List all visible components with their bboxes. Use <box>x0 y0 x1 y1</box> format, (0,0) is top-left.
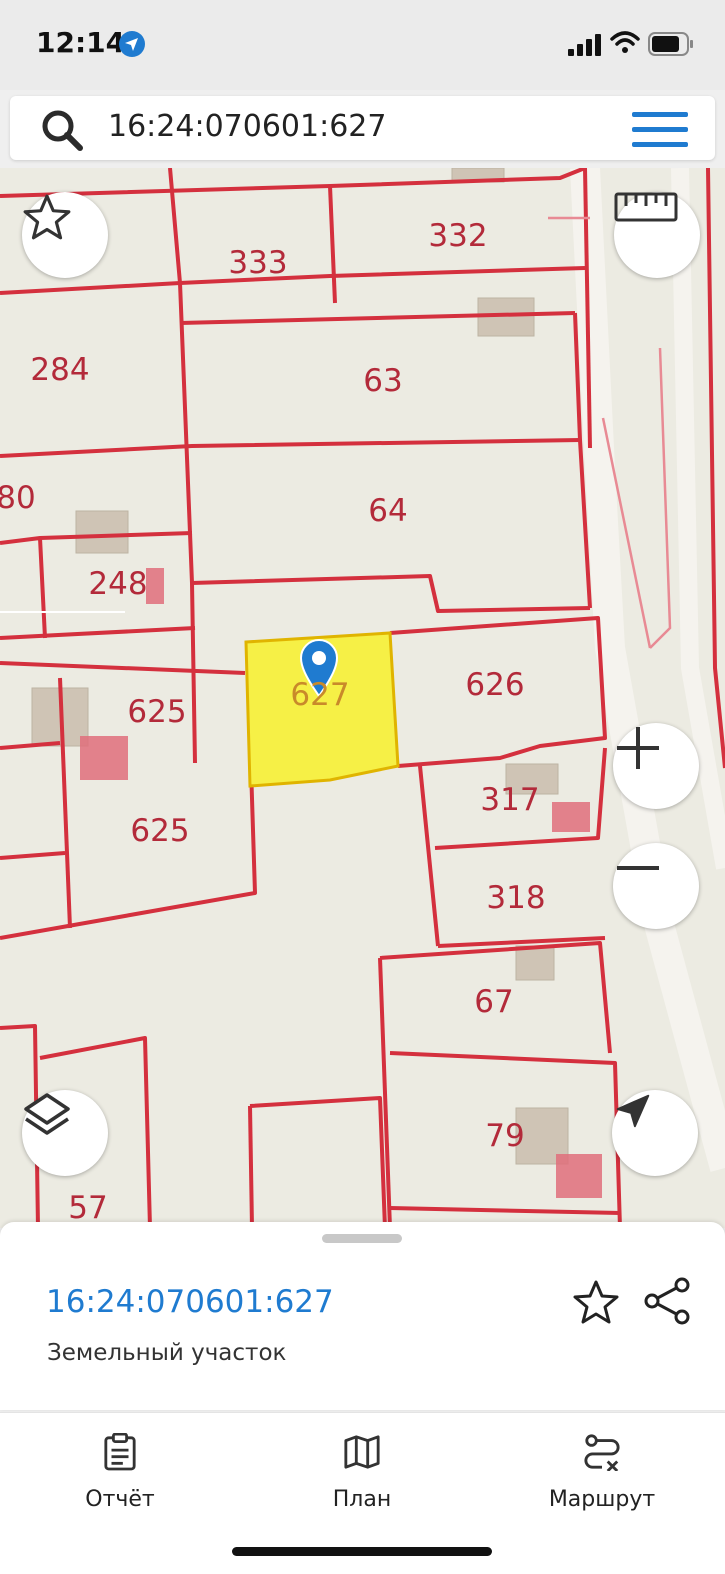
nav-route[interactable]: Маршрут <box>522 1433 682 1512</box>
object-type: Земельный участок <box>47 1340 287 1366</box>
favorite-star-icon <box>23 194 71 240</box>
location-arrow-icon <box>119 31 145 57</box>
nav-report[interactable]: Отчёт <box>40 1433 200 1512</box>
parcel-label-selected[interactable]: 627 <box>290 677 349 713</box>
wifi-icon <box>610 31 640 53</box>
cadastral-map[interactable]: 333 332 284 63 80 64 248 627 626 625 625… <box>0 168 725 1228</box>
parcel-label[interactable]: 625 <box>127 694 186 730</box>
ruler-button[interactable] <box>614 192 700 278</box>
map-canvas[interactable] <box>0 168 725 1228</box>
report-clipboard-icon <box>104 1433 136 1471</box>
my-location-button[interactable] <box>612 1090 698 1176</box>
bottom-nav: Отчёт План Маршрут <box>0 1412 725 1574</box>
cadastral-number: 16:24:070601:627 <box>46 1284 334 1320</box>
parcel-label[interactable]: 284 <box>30 352 89 388</box>
nav-route-label: Маршрут <box>548 1487 656 1512</box>
zoom-in-icon <box>617 727 659 769</box>
info-panel[interactable]: 16:24:070601:627 Земельный участок <box>0 1222 725 1410</box>
home-indicator <box>232 1547 492 1556</box>
parcel-label[interactable]: 57 <box>68 1190 107 1226</box>
parcel-label[interactable]: 332 <box>428 218 487 254</box>
status-bar: 12:14 <box>0 0 725 90</box>
zoom-in-button[interactable] <box>613 723 699 809</box>
parcel-label[interactable]: 248 <box>88 566 147 602</box>
signal-icon <box>568 34 601 56</box>
zoom-out-button[interactable] <box>613 843 699 929</box>
search-icon[interactable] <box>40 108 84 152</box>
search-bar[interactable]: 16:24:070601:627 <box>10 96 715 160</box>
status-time: 12:14 <box>36 26 126 59</box>
parcel-label[interactable]: 626 <box>465 667 524 703</box>
drag-handle[interactable] <box>322 1234 402 1243</box>
nav-plan-label: План <box>332 1487 392 1512</box>
route-icon <box>584 1434 620 1471</box>
search-input[interactable]: 16:24:070601:627 <box>108 109 386 144</box>
map-plan-icon <box>344 1435 380 1469</box>
parcel-label[interactable]: 317 <box>480 782 539 818</box>
battery-icon <box>648 32 693 56</box>
layers-icon <box>24 1093 70 1135</box>
favorite-button[interactable] <box>22 192 108 278</box>
navigation-arrow-icon <box>616 1094 650 1128</box>
ruler-icon <box>614 192 678 222</box>
parcel-label[interactable]: 63 <box>363 363 402 399</box>
menu-icon[interactable] <box>632 110 688 150</box>
share-icon[interactable] <box>642 1276 692 1326</box>
nav-plan[interactable]: План <box>282 1433 442 1512</box>
nav-report-label: Отчёт <box>85 1487 155 1512</box>
parcel-label[interactable]: 625 <box>130 813 189 849</box>
parcel-label[interactable]: 80 <box>0 480 36 516</box>
parcel-label[interactable]: 79 <box>485 1118 524 1154</box>
parcel-label[interactable]: 67 <box>474 984 513 1020</box>
parcel-label[interactable]: 333 <box>228 245 287 281</box>
parcel-label[interactable]: 318 <box>486 880 545 916</box>
star-icon[interactable] <box>572 1278 620 1326</box>
zoom-out-icon <box>617 866 659 870</box>
parcel-label[interactable]: 64 <box>368 493 407 529</box>
layers-button[interactable] <box>22 1090 108 1176</box>
